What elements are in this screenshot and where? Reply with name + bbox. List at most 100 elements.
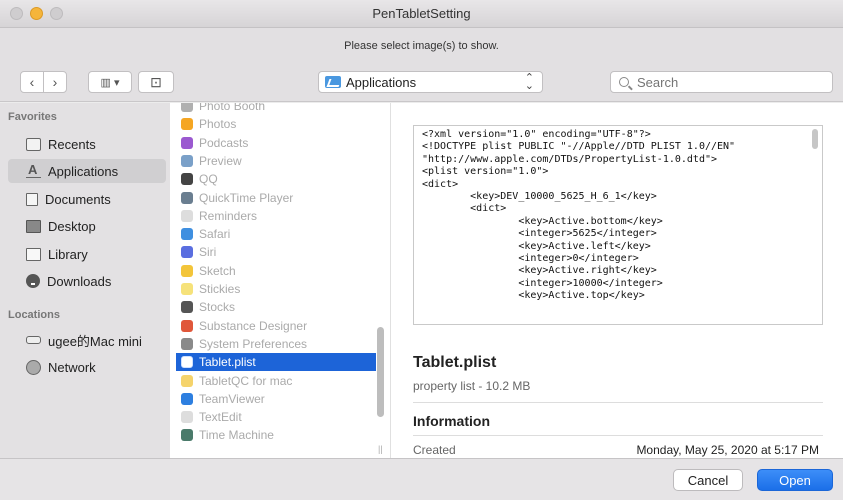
location-label: Applications bbox=[346, 74, 417, 90]
file-row[interactable]: Safari bbox=[176, 225, 376, 243]
code-line: <key>DEV_10000_5625_H_6_1</key> bbox=[422, 191, 657, 203]
forward-button[interactable]: › bbox=[43, 71, 67, 93]
file-icon bbox=[181, 154, 193, 167]
file-content-preview: <?xml version="1.0" encoding="UTF-8"?> <!… bbox=[413, 125, 823, 325]
toolbar: ‹ › ▥ ▾ ⊡ Applications ⌃ ⌄ bbox=[0, 64, 843, 102]
location-popup[interactable]: Applications ⌃ ⌄ bbox=[318, 71, 543, 93]
sidebar-item-mac-mini[interactable]: ugee的Mac mini bbox=[8, 328, 166, 352]
file-row[interactable]: Photo Booth bbox=[176, 103, 376, 115]
file-row[interactable]: TabletQC for mac bbox=[176, 372, 376, 390]
preview-file-name: Tablet.plist bbox=[413, 354, 497, 371]
sidebar: Favorites Recents Applications Documents… bbox=[0, 103, 170, 458]
library-icon bbox=[26, 247, 41, 261]
divider bbox=[413, 402, 823, 403]
file-list-scrollbar[interactable] bbox=[377, 327, 384, 417]
applications-icon bbox=[26, 162, 41, 178]
sidebar-item-label: Applications bbox=[48, 163, 119, 179]
file-name: Photos bbox=[199, 117, 237, 132]
file-icon bbox=[181, 283, 193, 295]
file-row[interactable]: Substance Designer bbox=[176, 317, 376, 335]
file-row[interactable]: Time Machine bbox=[176, 426, 376, 444]
column-resize-handle[interactable]: || bbox=[378, 444, 383, 454]
file-icon bbox=[181, 173, 193, 186]
code-line: <key>Active.right</key> bbox=[422, 265, 657, 277]
recents-icon bbox=[26, 137, 41, 151]
file-icon bbox=[181, 319, 193, 332]
sidebar-item-label: Desktop bbox=[48, 218, 96, 234]
cancel-button[interactable]: Cancel bbox=[673, 469, 743, 491]
sidebar-item-label: Downloads bbox=[47, 273, 112, 289]
code-line: <key>Active.bottom</key> bbox=[422, 215, 663, 227]
downloads-icon bbox=[26, 274, 40, 288]
file-icon bbox=[181, 264, 193, 277]
code-line: <dict> bbox=[422, 203, 507, 215]
file-row[interactable]: Siri bbox=[176, 243, 376, 261]
file-icon bbox=[181, 429, 193, 442]
file-icon bbox=[181, 103, 193, 112]
dialog-message: Please select image(s) to show. bbox=[344, 40, 499, 52]
code-line: <plist version="1.0"> bbox=[422, 166, 549, 178]
code-line: <integer>0</integer> bbox=[422, 253, 639, 265]
sidebar-item-library[interactable]: Library bbox=[8, 242, 166, 266]
documents-icon bbox=[26, 192, 38, 206]
file-name: Stickies bbox=[199, 282, 241, 296]
desktop-icon bbox=[26, 219, 41, 233]
created-label: Created bbox=[413, 443, 456, 457]
search-input[interactable] bbox=[637, 74, 817, 90]
code-line: "http://www.apple.com/DTDs/PropertyList-… bbox=[422, 153, 718, 165]
file-icon bbox=[181, 246, 193, 259]
created-value: Monday, May 25, 2020 at 5:17 PM bbox=[636, 443, 819, 457]
file-name: Reminders bbox=[199, 208, 258, 223]
file-row[interactable]: TextEdit bbox=[176, 408, 376, 426]
file-list: Photo Booth Photos Podcasts Preview QQ QuickT… bbox=[170, 103, 390, 458]
file-row[interactable]: Stocks bbox=[176, 298, 376, 316]
sidebar-item-label: Documents bbox=[45, 191, 111, 207]
file-icon bbox=[181, 301, 193, 314]
file-icon bbox=[181, 392, 193, 405]
preview-scrollbar[interactable] bbox=[812, 129, 818, 149]
file-row[interactable]: Photos bbox=[176, 115, 376, 133]
sidebar-item-recents[interactable]: Recents bbox=[8, 132, 166, 156]
file-row[interactable]: QQ bbox=[176, 170, 376, 188]
file-name: Tablet.plist bbox=[199, 355, 256, 370]
search-icon bbox=[619, 77, 629, 87]
sidebar-item-network[interactable]: Network bbox=[8, 355, 166, 379]
file-icon bbox=[181, 191, 193, 204]
sidebar-item-documents[interactable]: Documents bbox=[8, 187, 166, 211]
search-field[interactable] bbox=[610, 71, 833, 93]
file-row[interactable]: Tablet.plist bbox=[176, 353, 376, 372]
file-row[interactable]: Reminders bbox=[176, 207, 376, 225]
new-folder-button[interactable]: ⊡ bbox=[138, 71, 174, 93]
back-button[interactable]: ‹ bbox=[20, 71, 44, 93]
sidebar-item-desktop[interactable]: Desktop bbox=[8, 214, 166, 238]
file-row[interactable]: TeamViewer bbox=[176, 390, 376, 408]
file-name: System Preferences bbox=[199, 336, 308, 351]
code-line: <dict> bbox=[422, 178, 459, 190]
sidebar-item-applications[interactable]: Applications bbox=[8, 159, 166, 183]
information-heading: Information bbox=[413, 413, 490, 429]
file-name: Siri bbox=[199, 245, 217, 260]
network-icon bbox=[26, 359, 41, 375]
file-row[interactable]: Sketch bbox=[176, 262, 376, 280]
sidebar-item-downloads[interactable]: Downloads bbox=[8, 269, 166, 293]
file-row[interactable]: System Preferences bbox=[176, 335, 376, 353]
sidebar-item-label: Network bbox=[48, 359, 96, 375]
file-row[interactable]: Podcasts bbox=[176, 134, 376, 152]
file-icon bbox=[181, 118, 193, 131]
file-icon bbox=[181, 374, 193, 387]
file-name: Safari bbox=[199, 227, 231, 242]
file-row[interactable]: Stickies bbox=[176, 280, 376, 298]
file-row[interactable]: Preview bbox=[176, 152, 376, 170]
file-name: Substance Designer bbox=[199, 318, 308, 333]
window-title: PenTabletSetting bbox=[372, 6, 471, 21]
open-button[interactable]: Open bbox=[757, 469, 833, 491]
view-options-button[interactable]: ▥ ▾ bbox=[88, 71, 132, 93]
file-icon bbox=[181, 228, 193, 241]
file-name: Podcasts bbox=[199, 135, 249, 150]
file-name: TextEdit bbox=[199, 410, 242, 425]
file-row[interactable]: QuickTime Player bbox=[176, 189, 376, 207]
file-name: Time Machine bbox=[199, 428, 274, 443]
divider bbox=[413, 435, 823, 436]
applications-folder-icon bbox=[325, 76, 341, 88]
title-bar: PenTabletSetting bbox=[0, 0, 843, 28]
